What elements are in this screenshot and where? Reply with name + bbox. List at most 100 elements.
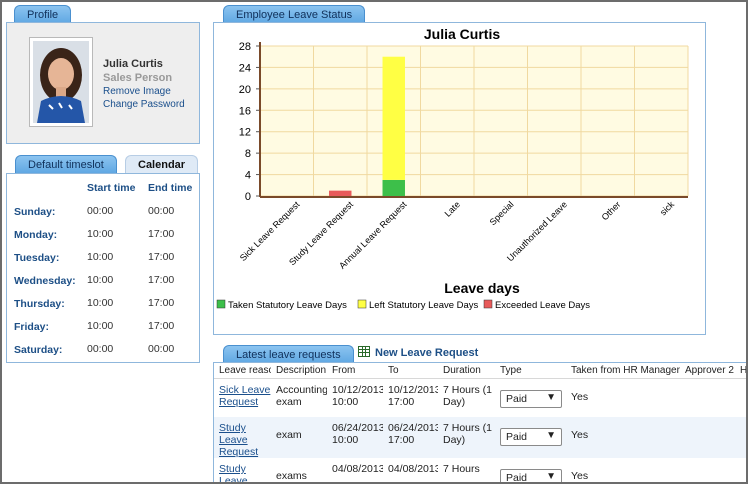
new-leave-request-link[interactable]: New Leave Request [375,347,478,359]
dropdown-arrow-icon: ▼ [546,391,556,403]
to-cell: 06/24/2013 17:00 [383,417,438,458]
legend-swatch [483,299,493,309]
leave-chart: Julia Curtis 0 4 8 12 16 20 24 28 Sick Leave Req… [216,26,689,311]
x-tick-label: Special [488,199,516,227]
table-row: Study Leave Request exam 06/24/2013 10:0… [214,417,748,458]
taken-from-cell: Yes [571,390,589,403]
type-select[interactable]: Paid ▼ [500,469,562,484]
dropdown-arrow-icon: ▼ [546,471,556,482]
y-tick-label: 28 [239,41,251,53]
start-time: 10:00 [87,228,114,240]
legend-swatch [216,299,226,309]
table-header-row: Leave reason Description From To Duratio… [214,363,748,379]
y-tick-label: 4 [245,170,251,182]
table-row: Study Leave Request exams 04/08/2013 04/… [214,458,748,484]
x-tick-label: Late [443,199,462,218]
table-icon[interactable] [358,346,370,357]
tab-default-timeslot[interactable]: Default timeslot [15,155,117,174]
duration-cell: 7 Hours (1 Day) [443,383,493,408]
end-time-header: End time [148,182,193,194]
column-header[interactable]: Taken from HR Manager [566,363,680,379]
start-time: 10:00 [87,297,114,309]
start-time: 10:00 [87,251,114,263]
start-time: 00:00 [87,343,114,355]
day-label: Monday: [14,229,58,241]
timeslot-panel: Start time End time Sunday: 00:00 00:00 … [6,173,200,363]
taken-from-cell: Yes [566,417,680,458]
duration-cell: 7 Hours [443,463,480,475]
duration-cell: 7 Hours (1 Day) [438,417,495,458]
x-tick-label: Other [600,199,623,222]
description-cell: Accounting exam [276,383,327,408]
leave-status-panel: Julia Curtis 0 4 8 12 16 20 24 28 Sick Leave Req… [213,22,706,335]
column-header[interactable]: Type [495,363,566,379]
column-header[interactable]: H [735,363,748,379]
y-tick-label: 24 [239,62,251,74]
x-tick-label: sick [658,199,676,217]
column-header[interactable]: From [327,363,383,379]
day-label: Wednesday: [14,275,76,287]
end-time: 00:00 [148,205,175,217]
leave-requests-table: Leave reason Description From To Duratio… [214,363,748,484]
y-tick-label: 8 [245,148,251,160]
remove-image-link[interactable]: Remove Image [103,86,171,97]
y-tick-label: 12 [239,127,251,139]
x-tick-label: Unauthorized Leave [505,199,569,263]
description-cell: exams [276,470,307,482]
legend-label: Left Statutory Leave Days [369,300,479,311]
end-time: 17:00 [148,297,175,309]
end-time: 17:00 [148,274,175,286]
type-select-value: Paid [506,472,528,484]
chart-title: Julia Curtis [424,26,500,42]
start-time: 10:00 [87,274,114,286]
leave-reason-link[interactable]: Sick Leave Request [219,384,271,408]
y-tick-label: 0 [245,191,251,203]
profile-name: Julia Curtis [103,58,163,70]
day-label: Sunday: [14,206,56,218]
column-header[interactable]: Description [271,363,327,379]
type-select[interactable]: Paid ▼ [500,428,562,446]
tab-calendar[interactable]: Calendar [125,155,199,174]
table-row: Sick Leave Request Accounting exam 10/12… [214,378,748,417]
end-time: 17:00 [148,251,175,263]
type-cell: Paid ▼ [495,458,566,484]
bar-exceeded-leave-days [329,190,352,196]
from-cell: 10/12/2013 10:00 [332,383,383,408]
day-label: Friday: [14,321,50,333]
taken-from-cell: Yes [571,470,589,482]
type-select-value: Paid [506,392,528,405]
start-time: 00:00 [87,205,114,217]
latest-requests-panel: Leave reason Description From To Duratio… [213,362,748,484]
change-password-link[interactable]: Change Password [103,99,185,110]
type-cell: Paid ▼ [495,378,566,417]
type-select[interactable]: Paid ▼ [500,389,562,408]
legend-label: Taken Statutory Leave Days [228,300,347,311]
bar-taken-statutory-leave-days [382,179,405,196]
column-header[interactable]: To [383,363,438,379]
column-header[interactable]: Leave reason [214,363,271,379]
to-cell: 04/08/2013 [388,463,438,475]
description-cell: exam [271,417,327,458]
from-cell: 06/24/2013 10:00 [327,417,383,458]
column-header[interactable]: Duration [438,363,495,379]
dropdown-arrow-icon: ▼ [546,430,556,441]
x-tick-label: Sick Leave Request [238,199,302,263]
day-label: Saturday: [14,344,63,356]
to-cell: 10/12/2013 17:00 [388,383,438,408]
end-time: 17:00 [148,228,175,240]
profile-panel: Julia Curtis Sales Person Remove Image C… [6,22,200,144]
leave-reason-link[interactable]: Study Leave Request [219,422,271,458]
legend-swatch [357,299,367,309]
start-time-header: Start time [87,182,136,194]
start-time: 10:00 [87,320,114,332]
legend-label: Exceeded Leave Days [495,300,590,311]
from-cell: 04/08/2013 [332,463,383,475]
day-label: Thursday: [14,298,65,310]
column-header[interactable]: Approver 2 [680,363,735,379]
day-label: Tuesday: [14,252,60,264]
type-cell: Paid ▼ [495,417,566,458]
y-tick-label: 16 [239,105,251,117]
x-axis-label: Leave days [444,280,520,296]
leave-reason-link[interactable]: Study Leave Request [219,463,271,484]
bar-left-statutory-leave-days [382,56,405,180]
